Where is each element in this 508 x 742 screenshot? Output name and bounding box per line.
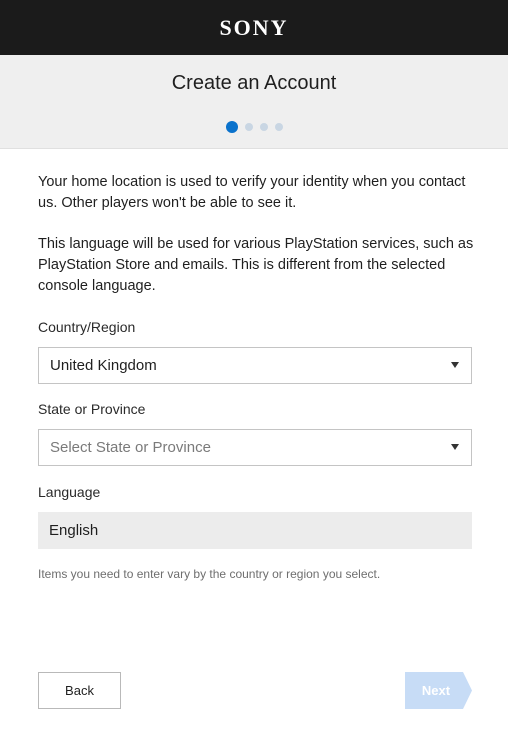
step-dot-3 (259, 123, 268, 131)
step-dot-2 (244, 123, 253, 131)
step-indicator (0, 121, 508, 133)
page-header: Create an Account (0, 55, 508, 149)
state-placeholder: Select State or Province (50, 439, 211, 456)
info-note: Items you need to enter vary by the coun… (38, 567, 381, 581)
step-dot-1 (225, 121, 238, 133)
language-label: Language (38, 484, 101, 500)
intro-text-language: This language will be used for various P… (38, 236, 474, 294)
next-button[interactable]: Next (405, 672, 472, 709)
language-field: English (38, 512, 472, 549)
step-dot-4 (274, 123, 283, 131)
country-label: Country/Region (38, 319, 136, 335)
language-value: English (49, 522, 99, 539)
chevron-down-icon (451, 362, 459, 368)
back-button[interactable]: Back (38, 672, 121, 709)
page-title: Create an Account (171, 72, 337, 94)
sony-logo: SONY (219, 14, 289, 40)
chevron-down-icon (451, 444, 459, 450)
next-button-label: Next (421, 683, 451, 698)
country-value: United Kingdom (50, 357, 157, 374)
back-button-label: Back (65, 683, 94, 698)
country-select[interactable]: United Kingdom (38, 347, 472, 384)
top-bar: SONY (0, 0, 508, 55)
state-select[interactable]: Select State or Province (38, 429, 472, 466)
intro-text-location: Your home location is used to verify you… (38, 174, 466, 211)
state-label: State or Province (38, 401, 146, 417)
